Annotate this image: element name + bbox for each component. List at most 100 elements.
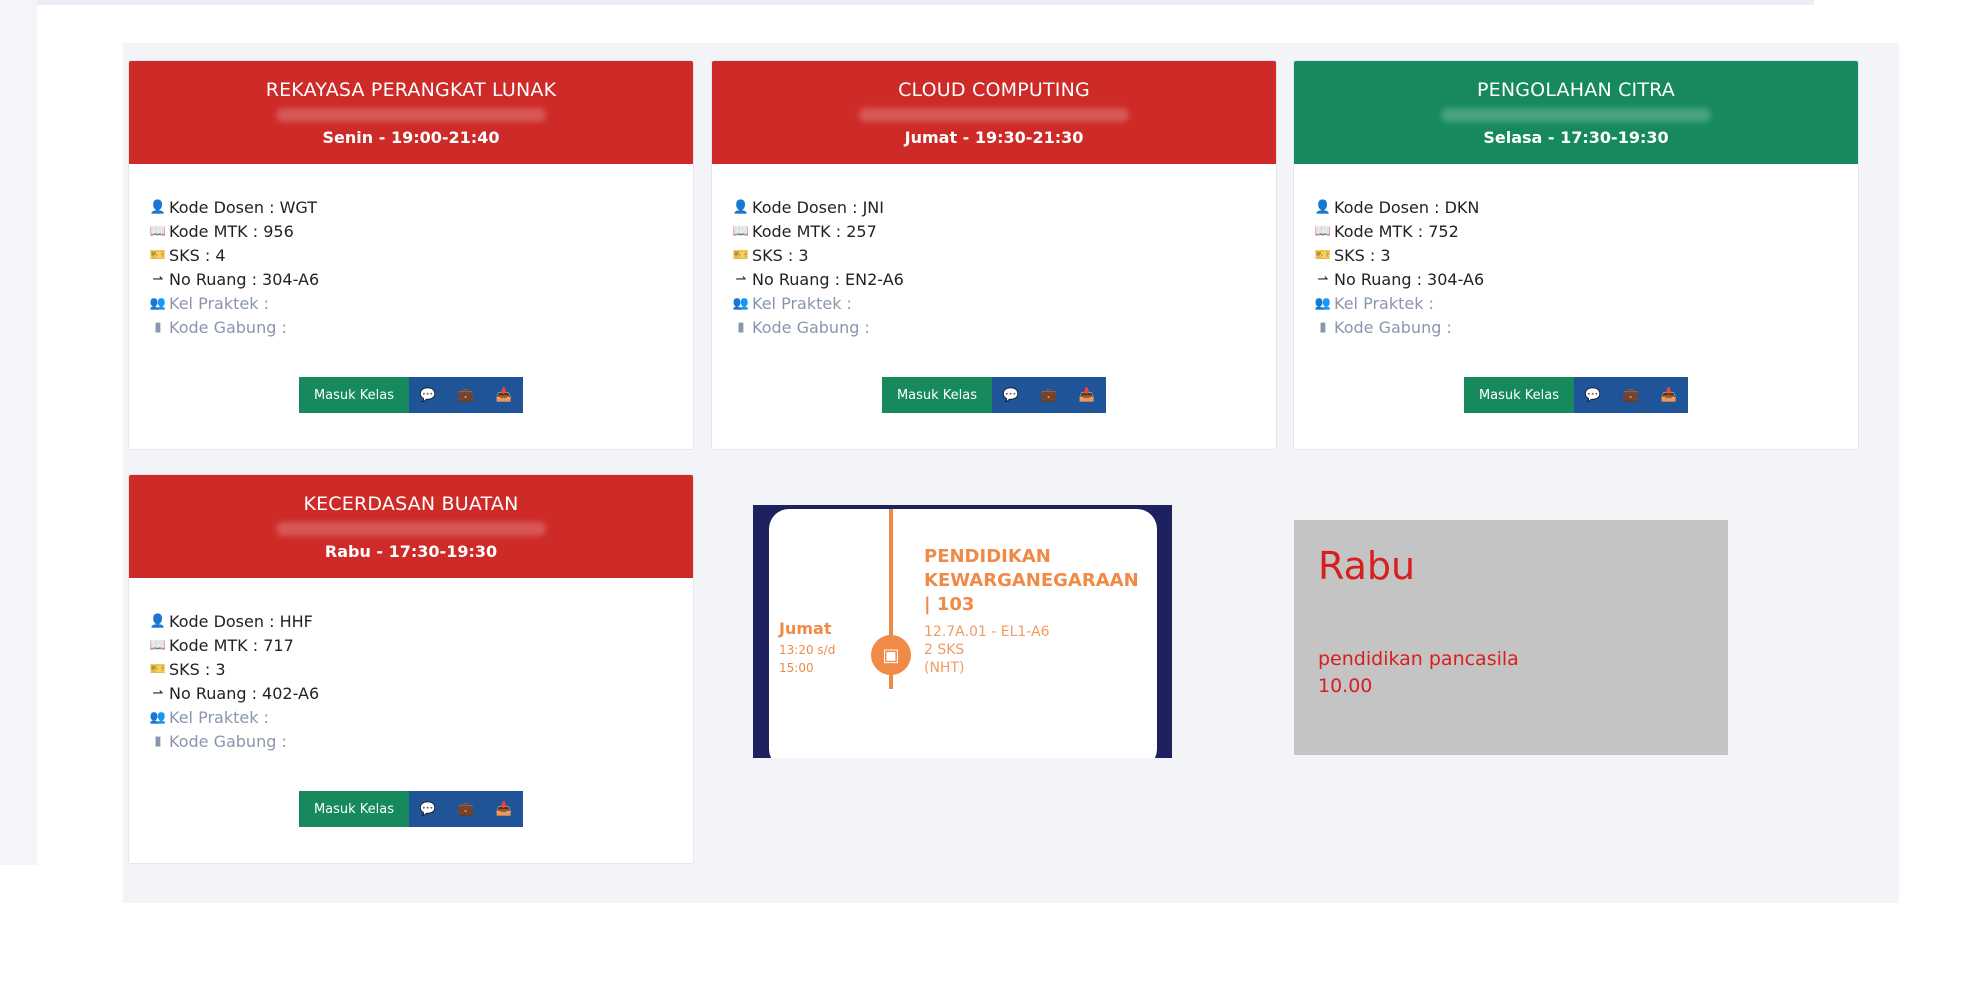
inbox-icon[interactable]: 📥 [485,377,523,413]
top-bar [37,0,1814,5]
kel-praktek: Kel Praktek : [169,708,269,727]
promo-sks: 2 SKS [924,642,965,658]
kode-dosen: Kode Dosen : DKN [1334,198,1480,217]
kel-praktek: Kel Praktek : [1334,294,1434,313]
bookmark-icon: ▮ [1319,320,1327,335]
schedule-image: ▣ Jumat 13:20 s/d 15:00 PENDIDIKAN KEWAR… [753,505,1172,758]
inbox-icon[interactable]: 📥 [1068,377,1106,413]
book-icon: 📖 [149,638,167,653]
bookmark-icon: ▮ [737,320,745,335]
promo-title: PENDIDIKAN KEWARGANEGARAAN | 103 [924,546,1139,615]
inbox-icon[interactable]: 📥 [1650,377,1688,413]
promo-details: 12.7A.01 - EL1-A6 2 SKS (NHT) [924,623,1149,677]
card-actions: Masuk Kelas 💬 💼 📥 [129,377,693,413]
book-icon: 📖 [732,224,750,239]
promo-day: Jumat [779,619,832,638]
kel-praktek: Kel Praktek : [169,294,269,313]
blurred-lecturer-name [276,522,546,536]
ticket-icon: 🎫 [149,248,167,263]
no-ruang: No Ruang : EN2-A6 [752,270,904,289]
blurred-lecturer-name [276,108,546,122]
briefcase-icon[interactable]: 💼 [1030,377,1068,413]
user-icon: 👤 [149,200,167,215]
kode-dosen: Kode Dosen : WGT [169,198,317,217]
promo-time: 13:20 s/d 15:00 [779,643,836,675]
course-card-header: KECERDASAN BUATAN Rabu - 17:30-19:30 [129,475,693,578]
chat-icon[interactable]: 💬 [1574,377,1612,413]
kode-mtk: Kode MTK : 257 [752,222,877,241]
inbox-icon[interactable]: 📥 [485,791,523,827]
bookmark-icon: ▮ [154,734,162,749]
kode-gabung: Kode Gabung : [1334,318,1452,337]
left-strip [0,0,37,865]
note-box: Rabu pendidikan pancasila 10.00 [1294,520,1728,755]
group-icon: 👥 [1314,296,1332,311]
briefcase-icon[interactable]: 💼 [447,791,485,827]
no-ruang: No Ruang : 304-A6 [1334,270,1485,289]
sks: SKS : 3 [1334,246,1391,265]
course-title: REKAYASA PERANGKAT LUNAK [265,79,557,101]
sks: SKS : 4 [169,246,226,265]
kode-dosen: Kode Dosen : HHF [169,612,313,631]
note-course: pendidikan pancasila [1318,648,1519,670]
chat-icon[interactable]: 💬 [992,377,1030,413]
bookmark-icon: ▮ [154,320,162,335]
book-icon: 📖 [1314,224,1332,239]
ticket-icon: 🎫 [1314,248,1332,263]
kode-gabung: Kode Gabung : [752,318,870,337]
user-icon: 👤 [732,200,750,215]
note-time: 10.00 [1318,675,1373,697]
kode-dosen: Kode Dosen : JNI [752,198,884,217]
course-schedule: Senin - 19:00-21:40 [322,128,500,147]
masuk-kelas-button[interactable]: Masuk Kelas [1464,377,1574,413]
user-icon: 👤 [1314,200,1332,215]
briefcase-icon[interactable]: 💼 [447,377,485,413]
masuk-kelas-button[interactable]: Masuk Kelas [299,377,409,413]
kode-mtk: Kode MTK : 717 [169,636,294,655]
signpost-icon: ⇀ [152,272,164,287]
group-icon: 👥 [149,710,167,725]
ticket-icon: 🎫 [732,248,750,263]
briefcase-icon[interactable]: 💼 [1612,377,1650,413]
no-ruang: No Ruang : 402-A6 [169,684,320,703]
promo-lecturer: (NHT) [924,660,965,676]
course-card-1: REKAYASA PERANGKAT LUNAK Senin - 19:00-2… [128,60,694,450]
course-schedule: Jumat - 19:30-21:30 [904,128,1084,147]
presentation-icon: ▣ [871,635,911,675]
course-card-3: PENGOLAHAN CITRA Selasa - 17:30-19:30 👤 K… [1293,60,1859,450]
course-card-4: KECERDASAN BUATAN Rabu - 17:30-19:30 👤 Ko… [128,474,694,864]
course-title: CLOUD COMPUTING [898,79,1090,101]
kode-mtk: Kode MTK : 956 [169,222,294,241]
course-card-2: CLOUD COMPUTING Jumat - 19:30-21:30 👤 Kod… [711,60,1277,450]
course-title: PENGOLAHAN CITRA [1476,79,1675,101]
note-day: Rabu [1318,544,1416,588]
signpost-icon: ⇀ [1317,272,1329,287]
kode-mtk: Kode MTK : 752 [1334,222,1459,241]
kode-gabung: Kode Gabung : [169,318,287,337]
masuk-kelas-button[interactable]: Masuk Kelas [299,791,409,827]
no-ruang: No Ruang : 304-A6 [169,270,320,289]
masuk-kelas-button[interactable]: Masuk Kelas [882,377,992,413]
course-card-header: PENGOLAHAN CITRA Selasa - 17:30-19:30 [1294,61,1858,164]
blurred-lecturer-name [1441,108,1711,122]
chat-icon[interactable]: 💬 [409,377,447,413]
chat-icon[interactable]: 💬 [409,791,447,827]
course-schedule: Rabu - 17:30-19:30 [324,542,498,561]
course-card-header: REKAYASA PERANGKAT LUNAK Senin - 19:00-2… [129,61,693,164]
kode-gabung: Kode Gabung : [169,732,287,751]
course-schedule: Selasa - 17:30-19:30 [1483,128,1669,147]
ticket-icon: 🎫 [149,662,167,677]
card-actions: Masuk Kelas 💬 💼 📥 [712,377,1276,413]
book-icon: 📖 [149,224,167,239]
card-actions: Masuk Kelas 💬 💼 📥 [129,791,693,827]
signpost-icon: ⇀ [152,686,164,701]
sks: SKS : 3 [752,246,809,265]
promo-class-code: 12.7A.01 - EL1-A6 [924,624,1050,640]
user-icon: 👤 [149,614,167,629]
signpost-icon: ⇀ [735,272,747,287]
sks: SKS : 3 [169,660,226,679]
course-card-header: CLOUD COMPUTING Jumat - 19:30-21:30 [712,61,1276,164]
blurred-lecturer-name [859,108,1129,122]
course-title: KECERDASAN BUATAN [303,493,519,515]
card-actions: Masuk Kelas 💬 💼 📥 [1294,377,1858,413]
